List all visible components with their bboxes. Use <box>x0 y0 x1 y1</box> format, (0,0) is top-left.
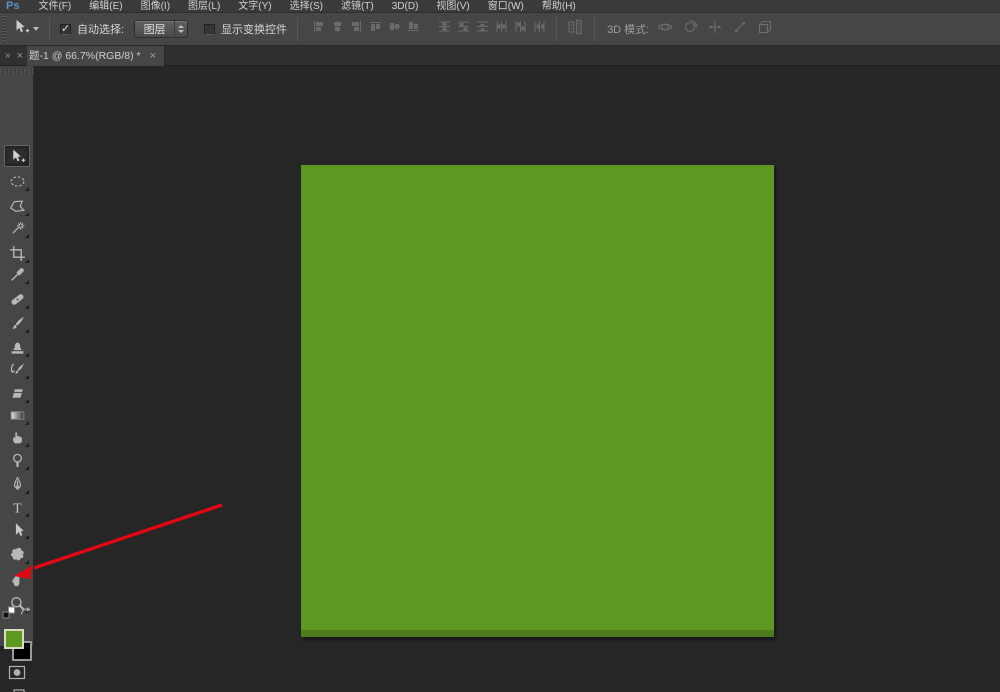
tool-magic-wand[interactable] <box>4 217 30 239</box>
move-tool-icon <box>12 18 30 41</box>
photoshop-logo: Ps <box>6 0 19 12</box>
distribute-bottom-icon[interactable] <box>476 20 489 38</box>
tool-elliptical-marquee[interactable] <box>4 170 30 192</box>
chevron-down-icon <box>33 27 39 31</box>
show-transform-label: 显示变换控件 <box>221 21 287 37</box>
distribute-right-icon[interactable] <box>533 20 546 38</box>
mode-3d-label: 3D 模式: <box>607 21 649 37</box>
tool-spot-healing-brush[interactable] <box>4 288 30 310</box>
tab-overflow-chevron-icon[interactable]: » <box>5 50 10 61</box>
menu-layer[interactable]: 图层(L) <box>179 0 229 13</box>
tool-clone-stamp[interactable] <box>4 336 30 358</box>
tool-crop[interactable] <box>4 242 30 264</box>
spinner-icon <box>174 21 187 37</box>
tab-bar-close-icon[interactable]: × <box>17 50 23 62</box>
tool-polygonal-lasso[interactable] <box>4 195 30 217</box>
tool-move[interactable] <box>4 145 30 167</box>
align-icons-group <box>312 20 420 38</box>
separator <box>49 17 50 41</box>
show-transform-checkbox[interactable] <box>204 24 215 35</box>
tool-preset-picker[interactable] <box>12 18 39 41</box>
distribute-left-icon[interactable] <box>495 20 508 38</box>
annotation-arrow-line <box>34 505 222 568</box>
menu-edit[interactable]: 编辑(E) <box>80 0 131 13</box>
menu-3d[interactable]: 3D(D) <box>383 0 428 13</box>
options-bar-grip[interactable] <box>2 16 6 42</box>
align-right-icon[interactable] <box>350 20 363 38</box>
tool-eyedropper[interactable] <box>4 263 30 285</box>
tool-type[interactable]: T <box>4 496 30 518</box>
align-vcenter-icon[interactable] <box>388 20 401 38</box>
tool-brush[interactable] <box>4 312 30 334</box>
align-top-icon[interactable] <box>369 20 382 38</box>
menu-bar: Ps 文件(F) 编辑(E) 图像(I) 图层(L) 文字(Y) 选择(S) 滤… <box>0 0 1000 13</box>
tool-pen[interactable] <box>4 473 30 495</box>
auto-select-label: 自动选择: <box>77 21 124 37</box>
tool-path-selection[interactable] <box>4 518 30 540</box>
tool-hand[interactable] <box>4 569 30 591</box>
tab-close-icon[interactable]: × <box>150 50 156 62</box>
tool-smudge[interactable] <box>4 426 30 448</box>
tool-history-brush[interactable] <box>4 358 30 380</box>
screen-mode-button[interactable] <box>7 687 27 692</box>
3d-slide-icon[interactable] <box>732 19 748 40</box>
photoshop-window: Ps 文件(F) 编辑(E) 图像(I) 图层(L) 文字(Y) 选择(S) 滤… <box>0 0 1000 692</box>
menu-file[interactable]: 文件(F) <box>29 0 80 13</box>
auto-align-layers-icon[interactable] <box>567 19 584 40</box>
separator <box>556 17 557 41</box>
tool-gradient[interactable] <box>4 404 30 426</box>
3d-pan-icon[interactable] <box>707 19 723 40</box>
tool-custom-shape[interactable] <box>4 543 30 565</box>
default-colors-icon[interactable] <box>2 606 16 625</box>
menu-image[interactable]: 图像(I) <box>132 0 179 13</box>
3d-scale-icon[interactable] <box>757 19 773 40</box>
distribute-top-icon[interactable] <box>438 20 451 38</box>
document-tab-bar: » × 题-1 @ 66.7%(RGB/8) * × <box>0 46 1000 66</box>
swap-colors-icon[interactable] <box>19 605 33 624</box>
separator <box>594 17 595 41</box>
align-left-icon[interactable] <box>312 20 325 38</box>
mode-3d-icons-group <box>657 19 773 40</box>
document-canvas[interactable] <box>301 165 774 637</box>
distribute-vcenter-icon[interactable] <box>457 20 470 38</box>
document-tab[interactable]: 题-1 @ 66.7%(RGB/8) * × <box>27 46 165 66</box>
auto-select-option[interactable]: 自动选择: <box>60 21 124 37</box>
3d-roll-icon[interactable] <box>682 19 698 40</box>
auto-select-checkbox[interactable] <box>60 24 71 35</box>
document-tab-title: 题-1 @ 66.7%(RGB/8) * <box>29 48 141 63</box>
menu-filter[interactable]: 滤镜(T) <box>332 0 383 13</box>
canvas-bottom-shadow <box>301 630 774 637</box>
3d-rotate-icon[interactable] <box>657 19 673 40</box>
align-hcenter-icon[interactable] <box>331 20 344 38</box>
show-transform-option[interactable]: 显示变换控件 <box>204 21 287 37</box>
tools-panel: T <box>0 66 34 646</box>
tool-dodge[interactable] <box>4 449 30 471</box>
menu-window[interactable]: 窗口(W) <box>479 0 533 13</box>
distribute-icons-group <box>438 20 546 38</box>
foreground-color-swatch[interactable] <box>4 629 24 649</box>
menu-help[interactable]: 帮助(H) <box>533 0 585 13</box>
menu-type[interactable]: 文字(Y) <box>229 0 280 13</box>
options-bar: 自动选择: 图层 显示变换控件 <box>0 13 1000 46</box>
tool-eraser[interactable] <box>4 382 30 404</box>
quick-mask-button[interactable] <box>7 664 27 681</box>
menu-select[interactable]: 选择(S) <box>281 0 332 13</box>
dropdown-value: 图层 <box>135 21 174 37</box>
distribute-hcenter-icon[interactable] <box>514 20 527 38</box>
svg-text:T: T <box>13 500 22 515</box>
align-bottom-icon[interactable] <box>407 20 420 38</box>
separator <box>297 17 298 41</box>
menu-view[interactable]: 视图(V) <box>427 0 478 13</box>
tools-panel-grip[interactable] <box>0 68 34 74</box>
auto-select-target-dropdown[interactable]: 图层 <box>134 20 188 38</box>
